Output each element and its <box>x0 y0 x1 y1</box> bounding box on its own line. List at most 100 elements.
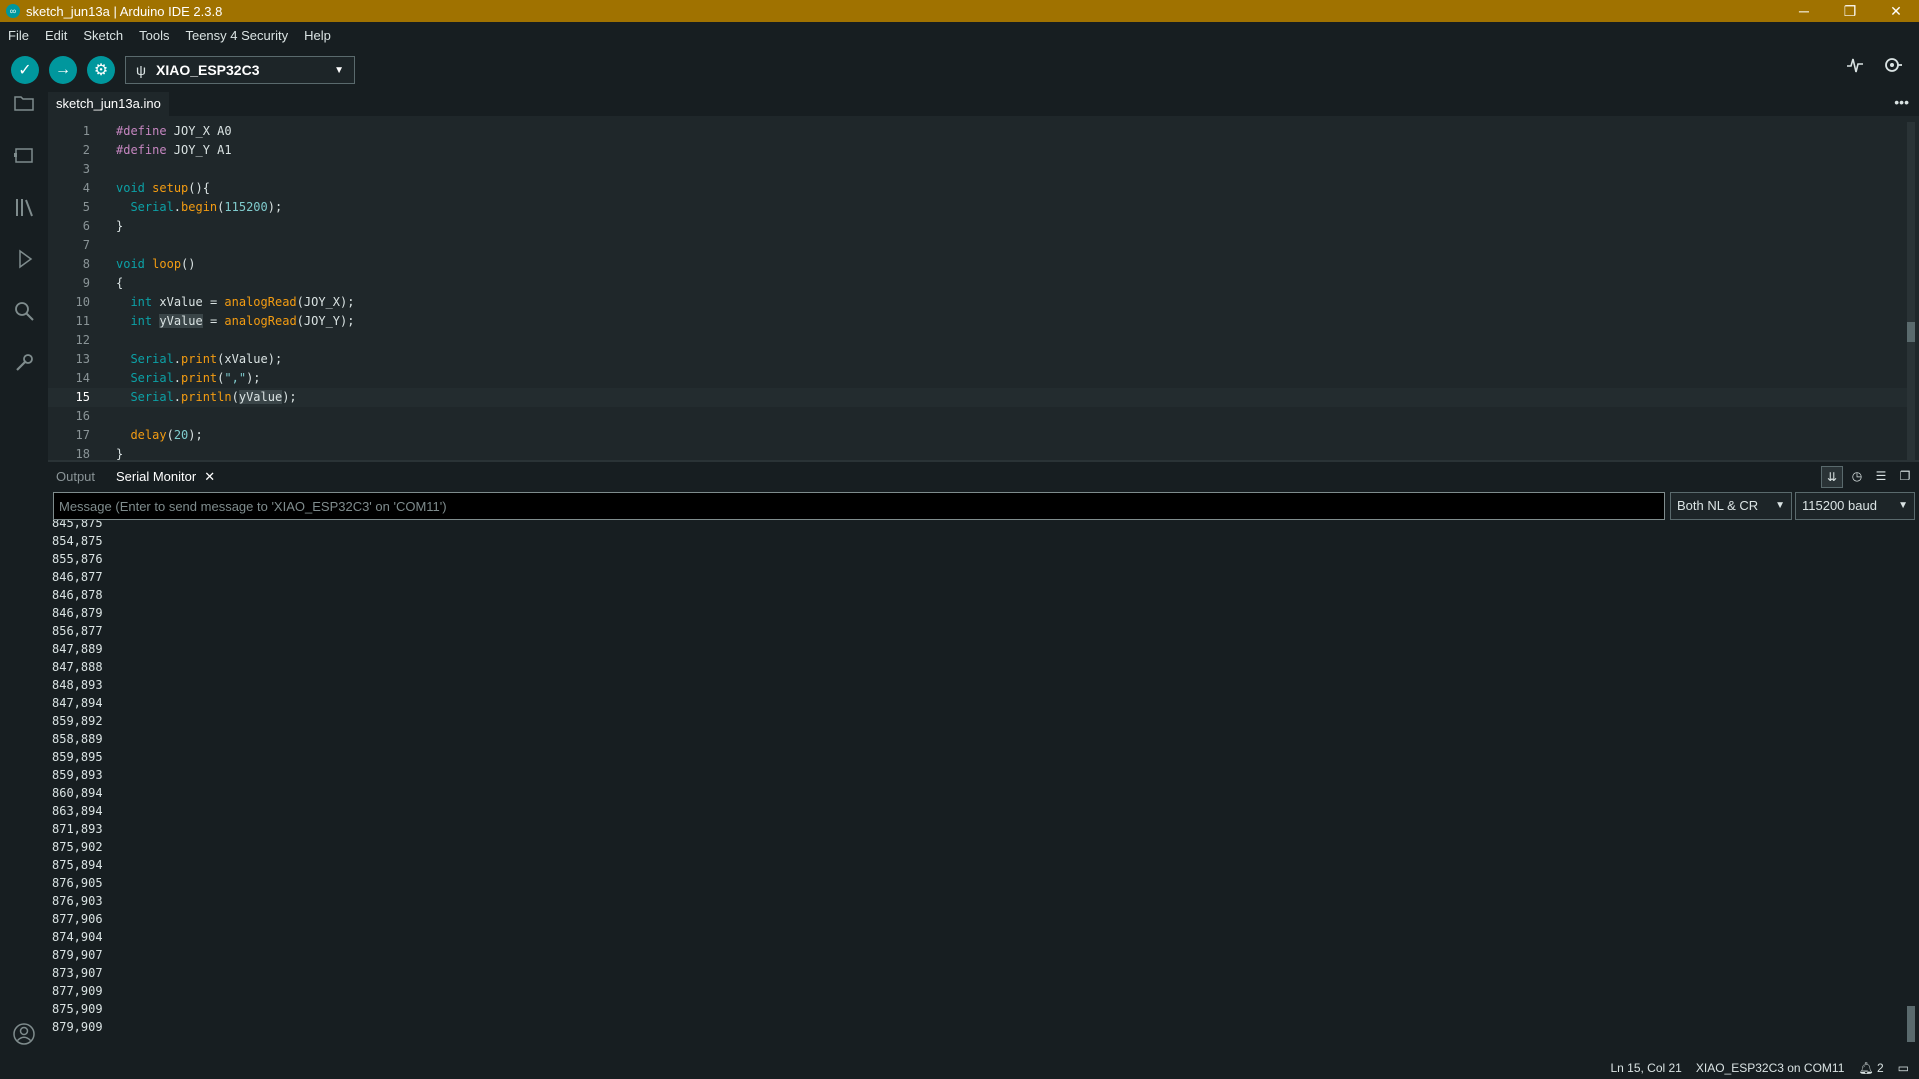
line-number: 1 <box>82 124 90 138</box>
account-icon[interactable] <box>12 1022 36 1046</box>
serial-line: 848,893 <box>52 678 103 692</box>
code-token: yValue <box>159 314 203 328</box>
serial-scrollbar[interactable] <box>1907 526 1915 1052</box>
window-title: sketch_jun13a | Arduino IDE 2.3.8 <box>26 3 223 19</box>
menu-file[interactable]: File <box>0 28 37 43</box>
autoscroll-icon[interactable]: ⇊ <box>1821 466 1843 488</box>
more-options-icon[interactable]: ••• <box>1894 92 1909 112</box>
folder-icon[interactable] <box>12 92 36 116</box>
code-token: setup <box>152 181 189 195</box>
code-token: ); <box>267 200 283 214</box>
upload-button[interactable]: → <box>49 56 77 84</box>
tab-sketch-file[interactable]: sketch_jun13a.ino <box>48 92 169 116</box>
baud-rate-value: 115200 baud <box>1802 498 1877 513</box>
code-content[interactable]: 1 #define JOY_X A0 2 #define JOY_Y A1 3 4 v… <box>48 122 1908 460</box>
close-window-button[interactable]: ✕ <box>1873 0 1919 22</box>
code-token: . <box>173 352 182 366</box>
minimize-button[interactable]: ─ <box>1781 0 1827 22</box>
code-token: begin <box>181 200 218 214</box>
line-number: 3 <box>82 162 90 176</box>
code-token: println <box>181 390 232 404</box>
tab-serial-monitor-label: Serial Monitor <box>116 469 197 484</box>
code-token: } <box>116 447 124 460</box>
code-line: 5 Serial.begin(115200); <box>48 198 1908 217</box>
usb-icon: ψ <box>136 62 146 78</box>
serial-monitor-icon[interactable] <box>1881 56 1905 79</box>
serial-line: 859,895 <box>52 750 103 764</box>
code-token: void <box>116 181 145 195</box>
code-token: . <box>173 200 182 214</box>
line-ending-value: Both NL & CR <box>1677 498 1759 513</box>
line-number: 2 <box>82 143 90 157</box>
line-number: 18 <box>75 447 90 460</box>
code-token: (JOY_Y); <box>296 314 355 328</box>
bottom-panel: Output Serial Monitor ✕ ⇊ ◷ ☰ ❐ Both NL &… <box>48 460 1919 1057</box>
chevron-down-icon: ▼ <box>1775 500 1785 511</box>
copy-icon[interactable]: ❐ <box>1895 466 1915 486</box>
board-selector[interactable]: ψ XIAO_ESP32C3 ▼ <box>125 56 355 84</box>
code-line: 18} <box>48 445 1908 460</box>
scrollbar-thumb[interactable] <box>1907 1006 1915 1042</box>
serial-line: 863,894 <box>52 804 103 818</box>
menu-sketch[interactable]: Sketch <box>75 28 131 43</box>
line-number: 14 <box>75 371 90 385</box>
serial-line: 846,878 <box>52 588 103 602</box>
message-row: Both NL & CR ▼ 115200 baud ▼ <box>53 492 1915 520</box>
code-token: 115200 <box>224 200 268 214</box>
serial-line: 859,892 <box>52 714 103 728</box>
line-number: 10 <box>75 295 90 309</box>
toggle-panel-icon[interactable]: ▭ <box>1898 1057 1909 1079</box>
line-ending-select[interactable]: Both NL & CR ▼ <box>1670 492 1792 520</box>
menu-help[interactable]: Help <box>296 28 339 43</box>
code-line: 3 <box>48 160 1908 179</box>
baud-rate-select[interactable]: 115200 baud ▼ <box>1795 492 1915 520</box>
debug-button[interactable]: ⚙ <box>87 56 115 84</box>
serial-line: 845,875 <box>52 520 103 530</box>
code-token: ( <box>166 428 174 442</box>
maximize-button[interactable]: ❐ <box>1827 0 1873 22</box>
code-line: 14 Serial.print(","); <box>48 369 1908 388</box>
code-token: #define <box>116 124 167 138</box>
tab-output[interactable]: Output <box>56 462 95 492</box>
tab-serial-monitor[interactable]: Serial Monitor ✕ <box>116 462 216 494</box>
clear-output-icon[interactable]: ☰ <box>1871 466 1891 486</box>
serial-line: 877,906 <box>52 912 103 926</box>
serial-message-input[interactable] <box>53 492 1665 520</box>
board-port-status[interactable]: XIAO_ESP32C3 on COM11 <box>1696 1057 1845 1079</box>
wrench-icon[interactable] <box>12 352 36 376</box>
arrow-right-icon: → <box>55 61 71 78</box>
timestamp-icon[interactable]: ◷ <box>1847 466 1867 486</box>
library-manager-icon[interactable] <box>12 196 36 220</box>
notifications[interactable]: 🔔︎ 2 <box>1858 1057 1883 1079</box>
debug-run-icon[interactable] <box>12 248 36 272</box>
menu-edit[interactable]: Edit <box>37 28 75 43</box>
close-icon[interactable]: ✕ <box>204 469 215 484</box>
cursor-position[interactable]: Ln 15, Col 21 <box>1610 1057 1681 1079</box>
code-line: 11 int yValue = analogRead(JOY_Y); <box>48 312 1908 331</box>
code-token: = <box>202 314 225 328</box>
activity-sidebar <box>0 92 48 1057</box>
line-number: 12 <box>75 333 90 347</box>
code-token: int <box>130 314 153 328</box>
serial-line: 847,894 <box>52 696 103 710</box>
boards-manager-icon[interactable] <box>12 144 36 168</box>
verify-button[interactable]: ✓ <box>11 56 39 84</box>
panel-tab-bar: Output Serial Monitor ✕ ⇊ ◷ ☰ ❐ <box>48 460 1919 494</box>
menu-teensy-security[interactable]: Teensy 4 Security <box>177 28 296 43</box>
panel-tools: ⇊ ◷ ☰ ❐ <box>1821 466 1915 488</box>
code-token: int <box>130 295 153 309</box>
search-icon[interactable] <box>12 300 36 324</box>
editor-scrollbar[interactable] <box>1907 122 1915 460</box>
code-token: ); <box>246 371 261 385</box>
code-token: loop <box>152 257 182 271</box>
serial-line: 847,888 <box>52 660 103 674</box>
menu-tools[interactable]: Tools <box>131 28 177 43</box>
serial-line: 847,889 <box>52 642 103 656</box>
scrollbar-thumb[interactable] <box>1907 322 1915 342</box>
code-token: ); <box>282 390 297 404</box>
code-token: analogRead <box>224 295 297 309</box>
serial-line: 859,893 <box>52 768 103 782</box>
serial-plotter-icon[interactable] <box>1843 56 1867 79</box>
